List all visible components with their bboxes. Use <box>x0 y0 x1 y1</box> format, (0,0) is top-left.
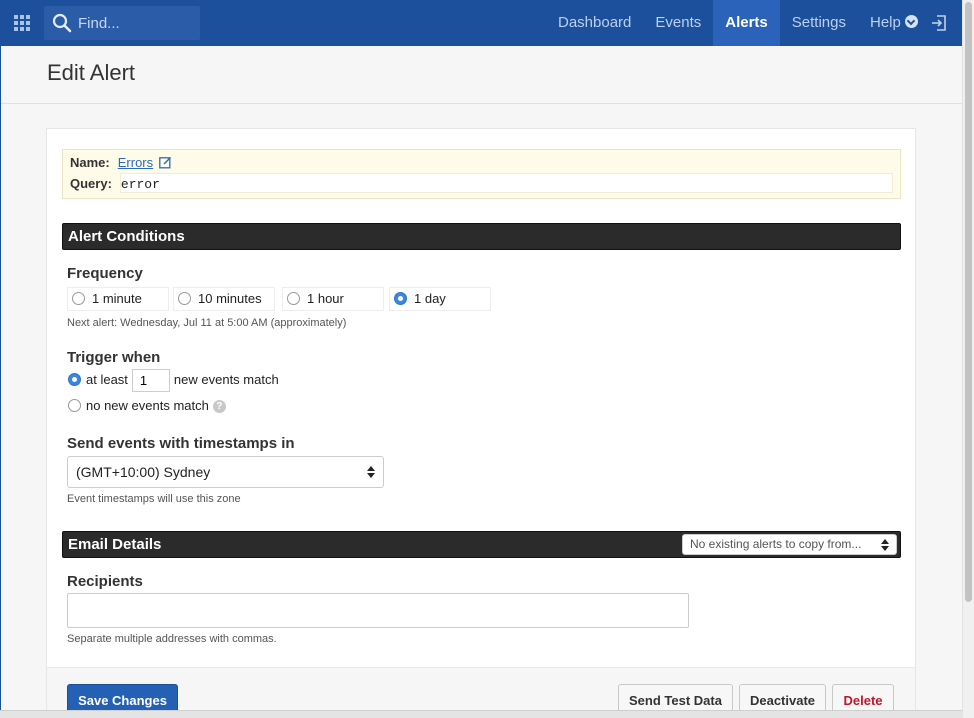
radio-icon[interactable] <box>287 292 300 305</box>
main-nav: Dashboard Events Alerts Settings Help <box>546 0 930 46</box>
alert-conditions-header: Alert Conditions <box>62 223 901 250</box>
copy-alert-select[interactable]: No existing alerts to copy from... <box>682 534 897 555</box>
query-row: Query: error <box>70 176 160 192</box>
frequency-option-1-hour[interactable]: 1 hour <box>282 287 384 311</box>
radio-icon[interactable] <box>72 292 85 305</box>
copy-alert-select-value: No existing alerts to copy from... <box>690 537 862 551</box>
scrollbar-thumb[interactable] <box>965 2 972 602</box>
trigger-at-least-label: at least <box>86 371 128 387</box>
recipients-input[interactable] <box>67 593 689 628</box>
trigger-count-input[interactable] <box>131 369 170 392</box>
app-grid-icon[interactable] <box>14 15 30 31</box>
query-field <box>120 173 893 193</box>
alert-conditions-title: Alert Conditions <box>68 228 185 245</box>
page-title: Edit Alert <box>47 60 136 85</box>
nav-alerts[interactable]: Alerts <box>713 0 780 46</box>
top-nav-bar: Dashboard Events Alerts Settings Help <box>0 0 962 46</box>
radio-checked-icon[interactable] <box>394 292 407 305</box>
email-details-header: Email Details No existing alerts to copy… <box>62 531 901 558</box>
timezone-label: Send events with timestamps in <box>67 435 295 452</box>
next-alert-text: Next alert: Wednesday, Jul 11 at 5:00 AM… <box>67 317 347 329</box>
alert-form-card: Name: Errors Query: error Alert Conditions… <box>46 128 916 718</box>
timezone-hint: Event timestamps will use this zone <box>67 493 241 505</box>
frequency-option-1-day[interactable]: 1 day <box>389 287 491 311</box>
frequency-option-1-minute[interactable]: 1 minute <box>67 287 169 311</box>
trigger-at-least-row[interactable]: at least new events match <box>68 369 279 392</box>
timezone-select[interactable]: (GMT+10:00) Sydney <box>67 456 384 488</box>
alert-name-link[interactable]: Errors <box>118 155 153 170</box>
radio-icon[interactable] <box>68 399 81 412</box>
trigger-no-new-label: no new events match <box>86 398 209 413</box>
query-value: error <box>120 177 160 192</box>
frequency-option-10-minutes[interactable]: 10 minutes <box>173 287 275 311</box>
page-header: Edit Alert <box>1 46 962 104</box>
nav-help-label: Help <box>869 14 901 31</box>
search-input[interactable] <box>78 14 193 32</box>
help-icon[interactable]: ? <box>212 400 226 413</box>
trigger-no-new-row[interactable]: no new events match? <box>68 398 226 413</box>
chevron-down-icon <box>904 15 918 28</box>
frequency-option-label: 10 minutes <box>198 291 262 306</box>
frequency-option-label: 1 day <box>414 291 446 306</box>
frequency-option-label: 1 hour <box>307 291 344 306</box>
query-label: Query: <box>70 176 112 191</box>
name-label: Name: <box>70 155 110 170</box>
nav-settings[interactable]: Settings <box>780 0 858 46</box>
frequency-option-label: 1 minute <box>92 291 142 306</box>
name-row: Name: Errors <box>70 155 172 170</box>
select-arrows-icon <box>367 466 375 478</box>
frequency-label: Frequency <box>67 265 143 282</box>
nav-help[interactable]: Help <box>858 0 930 46</box>
radio-checked-icon[interactable] <box>68 372 81 386</box>
alert-info-box: Name: Errors Query: error <box>62 149 901 199</box>
window-edge <box>0 46 1 718</box>
trigger-when-label: Trigger when <box>67 349 161 366</box>
recipients-hint: Separate multiple addresses with commas. <box>67 633 277 645</box>
logout-icon[interactable] <box>930 14 948 32</box>
horizontal-scrollbar[interactable] <box>0 710 962 718</box>
timezone-value: (GMT+10:00) Sydney <box>76 464 211 480</box>
search-icon <box>52 13 72 33</box>
trigger-events-match-label: new events match <box>173 371 279 387</box>
edit-icon[interactable] <box>159 156 172 169</box>
nav-dashboard[interactable]: Dashboard <box>546 0 643 46</box>
nav-events[interactable]: Events <box>643 0 713 46</box>
radio-icon[interactable] <box>178 292 191 305</box>
recipients-label: Recipients <box>67 573 143 590</box>
search-box[interactable] <box>44 6 200 40</box>
email-details-title: Email Details <box>68 536 162 553</box>
select-arrows-icon <box>881 539 889 551</box>
